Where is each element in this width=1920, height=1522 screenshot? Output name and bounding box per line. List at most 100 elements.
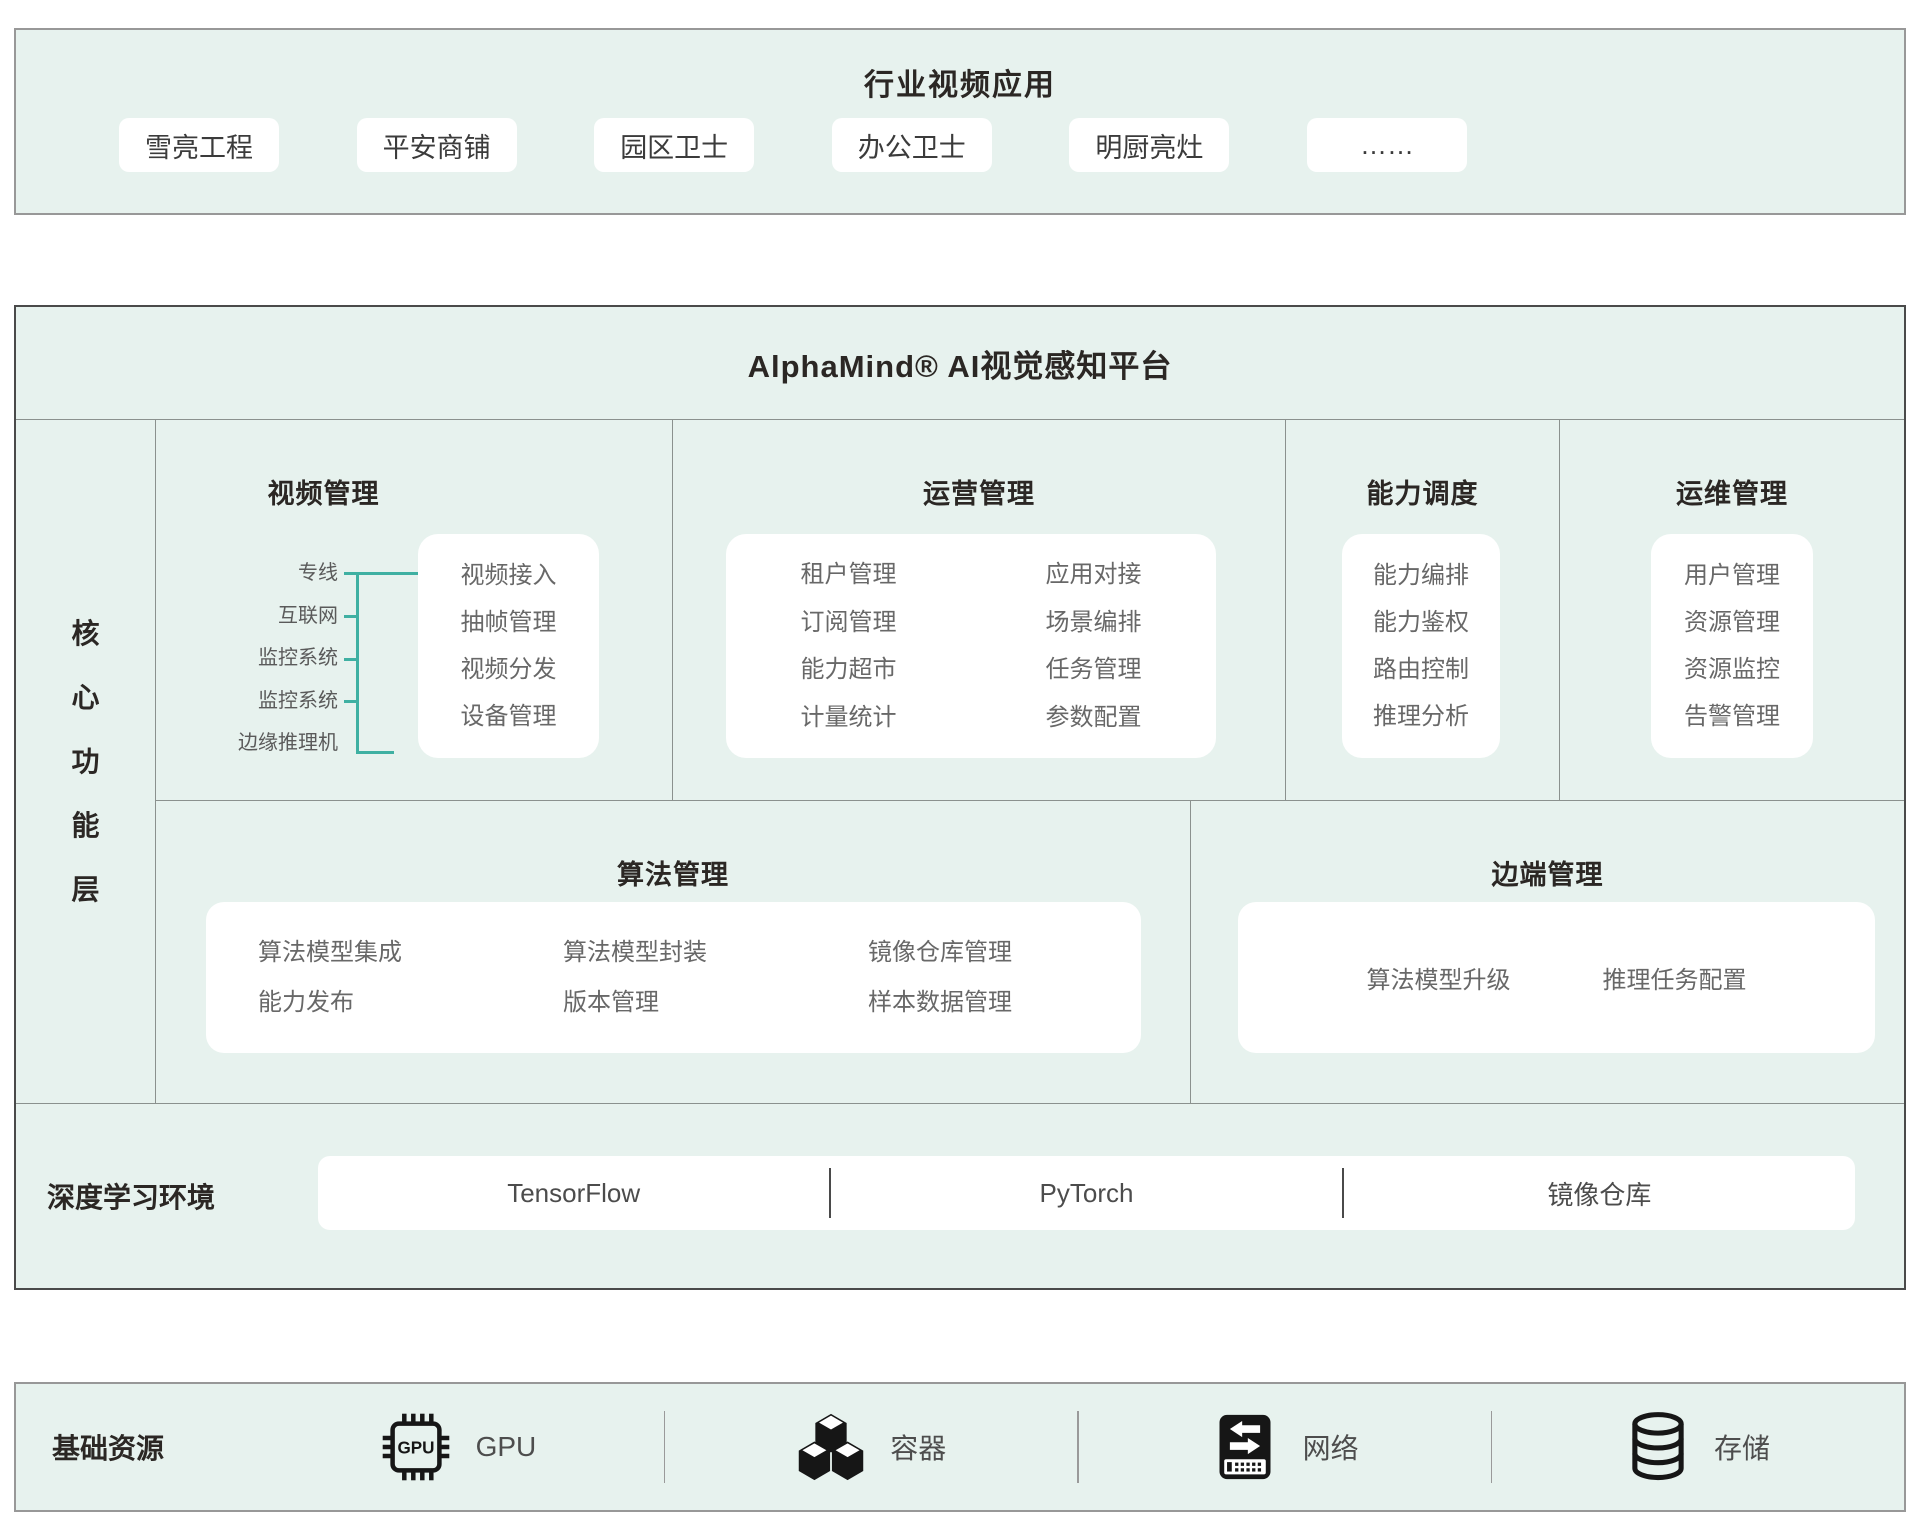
- operation-items-box: 租户管理 应用对接 订阅管理 场景编排 能力超市 任务管理 计量统计 参数配置: [726, 534, 1216, 758]
- gpu-icon: GPU: [380, 1411, 452, 1483]
- capability-scheduling-title: 能力调度: [1286, 472, 1559, 511]
- app-box: 平安商铺: [357, 118, 517, 172]
- operation-item: 任务管理: [971, 646, 1216, 694]
- maintenance-item: 用户管理: [1684, 552, 1780, 599]
- maintenance-item: 资源管理: [1684, 599, 1780, 646]
- operation-item: 计量统计: [726, 694, 971, 742]
- video-management-title: 视频管理: [156, 472, 491, 511]
- video-source-label: 边缘推理机: [238, 722, 338, 765]
- operation-item: 参数配置: [971, 694, 1216, 742]
- network-icon: [1211, 1411, 1279, 1483]
- video-source-label: 互联网: [278, 595, 338, 638]
- edge-items-box: 算法模型升级 推理任务配置: [1238, 902, 1875, 1053]
- maintenance-item: 资源监控: [1684, 646, 1780, 693]
- algorithm-item: 镜像仓库管理: [868, 928, 1012, 978]
- algorithm-management-title: 算法管理: [156, 853, 1190, 892]
- app-box: 雪亮工程: [119, 118, 279, 172]
- industry-apps-row: 雪亮工程 平安商铺 园区卫士 办公卫士 明厨亮灶 ……: [119, 118, 1467, 172]
- connector-tick-line: [344, 658, 358, 661]
- algorithm-item: 算法模型封装: [563, 928, 868, 978]
- algorithm-item-column: 镜像仓库管理 样本数据管理: [868, 928, 1012, 1028]
- base-resources-label: 基础资源: [52, 1427, 252, 1467]
- core-content: 视频管理 专线 互联网 监控系统 监控系统 边缘推理机: [156, 420, 1904, 1103]
- resource-label: 容器: [890, 1427, 946, 1467]
- video-function-item: 设备管理: [461, 693, 557, 740]
- algorithm-item: 算法模型集成: [258, 928, 563, 978]
- app-box: 办公卫士: [832, 118, 992, 172]
- edge-item: 推理任务配置: [1603, 960, 1747, 995]
- resource-label: GPU: [476, 1431, 537, 1463]
- video-source-label: 监控系统: [258, 637, 338, 680]
- capability-item: 路由控制: [1373, 646, 1469, 693]
- dl-framework: TensorFlow: [318, 1178, 829, 1209]
- operation-management-title: 运营管理: [673, 472, 1285, 511]
- core-layer-label: 核心功能层: [72, 602, 100, 922]
- core-row-1: 视频管理 专线 互联网 监控系统 监控系统 边缘推理机: [156, 420, 1904, 801]
- resource-label: 网络: [1303, 1427, 1359, 1467]
- core-layer-label-column: 核心功能层: [16, 420, 156, 1103]
- app-label: 平安商铺: [383, 126, 491, 165]
- connector-tick-line: [344, 700, 358, 703]
- resource-group-container: 容器: [665, 1412, 1077, 1482]
- resource-group-network: 网络: [1079, 1411, 1491, 1483]
- operation-item: 租户管理: [726, 551, 971, 599]
- app-box: 园区卫士: [594, 118, 754, 172]
- video-source-label: 专线: [298, 552, 338, 595]
- operation-item: 场景编排: [971, 599, 1216, 647]
- app-label: 雪亮工程: [145, 126, 253, 165]
- dl-framework: PyTorch: [831, 1178, 1342, 1209]
- deep-learning-bar: TensorFlow PyTorch 镜像仓库: [318, 1156, 1855, 1230]
- video-source-label: 监控系统: [258, 680, 338, 723]
- operation-item: 应用对接: [971, 551, 1216, 599]
- algorithm-item: 能力发布: [258, 978, 563, 1028]
- operation-item: 能力超市: [726, 646, 971, 694]
- ops-maintenance-column: 运维管理 用户管理 资源管理 资源监控 告警管理: [1560, 420, 1904, 800]
- ops-maintenance-title: 运维管理: [1560, 472, 1904, 511]
- edge-item: 算法模型升级: [1367, 960, 1511, 995]
- storage-icon: [1626, 1410, 1690, 1484]
- algorithm-management-column: 算法管理 算法模型集成 能力发布 算法模型封装 版本管理 镜像仓: [156, 801, 1191, 1103]
- app-label: 园区卫士: [620, 126, 728, 165]
- svg-text:GPU: GPU: [397, 1438, 434, 1457]
- algorithm-item: 样本数据管理: [868, 978, 1012, 1028]
- resource-groups: GPU GPU: [252, 1384, 1904, 1510]
- capability-scheduling-column: 能力调度 能力编排 能力鉴权 路由控制 推理分析: [1286, 420, 1560, 800]
- base-resources-section: 基础资源 GPU GPU: [14, 1382, 1906, 1512]
- app-label: 办公卫士: [858, 126, 966, 165]
- app-label: 明厨亮灶: [1095, 126, 1203, 165]
- edge-management-column: 边端管理 算法模型升级 推理任务配置: [1191, 801, 1904, 1103]
- algorithm-item-column: 算法模型封装 版本管理: [563, 928, 868, 1028]
- industry-section-title: 行业视频应用: [16, 60, 1904, 104]
- deep-learning-label: 深度学习环境: [47, 1176, 215, 1216]
- platform-title: AlphaMind® AI视觉感知平台: [16, 307, 1904, 420]
- container-icon: [796, 1412, 866, 1482]
- app-box-ellipsis: ……: [1307, 118, 1467, 172]
- video-function-item: 抽帧管理: [461, 599, 557, 646]
- operation-item: 订阅管理: [726, 599, 971, 647]
- core-function-layer: 核心功能层 视频管理 专线 互联网 监控系统 监控系统 边缘推理机: [16, 420, 1904, 1104]
- architecture-diagram: 行业视频应用 雪亮工程 平安商铺 园区卫士 办公卫士 明厨亮灶 …… Alpha…: [0, 0, 1920, 1522]
- algorithm-item-column: 算法模型集成 能力发布: [258, 928, 563, 1028]
- connector-tail-line: [356, 751, 394, 754]
- maintenance-item: 告警管理: [1684, 693, 1780, 740]
- resource-group-storage: 存储: [1492, 1410, 1904, 1484]
- connector-top-line: [344, 572, 420, 575]
- operation-management-column: 运营管理 租户管理 应用对接 订阅管理 场景编排 能力超市 任务管理 计量统计 …: [673, 420, 1286, 800]
- dl-framework: 镜像仓库: [1344, 1175, 1855, 1212]
- algorithm-items-box: 算法模型集成 能力发布 算法模型封装 版本管理 镜像仓库管理 样本数据管理: [206, 902, 1141, 1053]
- resource-label: 存储: [1714, 1427, 1770, 1467]
- video-management-column: 视频管理 专线 互联网 监控系统 监控系统 边缘推理机: [156, 420, 673, 800]
- connector-tick-line: [344, 615, 358, 618]
- video-functions-box: 视频接入 抽帧管理 视频分发 设备管理: [418, 534, 599, 758]
- video-function-item: 视频分发: [461, 646, 557, 693]
- capability-item: 能力编排: [1373, 552, 1469, 599]
- connector-trunk-line: [356, 572, 359, 753]
- video-source-list: 专线 互联网 监控系统 监控系统 边缘推理机: [156, 552, 338, 765]
- capability-item: 能力鉴权: [1373, 599, 1469, 646]
- capability-item: 推理分析: [1373, 693, 1469, 740]
- edge-management-title: 边端管理: [1191, 853, 1904, 892]
- resource-group-gpu: GPU GPU: [252, 1411, 664, 1483]
- app-box: 明厨亮灶: [1069, 118, 1229, 172]
- video-function-item: 视频接入: [461, 552, 557, 599]
- industry-apps-section: 行业视频应用 雪亮工程 平安商铺 园区卫士 办公卫士 明厨亮灶 ……: [14, 28, 1906, 215]
